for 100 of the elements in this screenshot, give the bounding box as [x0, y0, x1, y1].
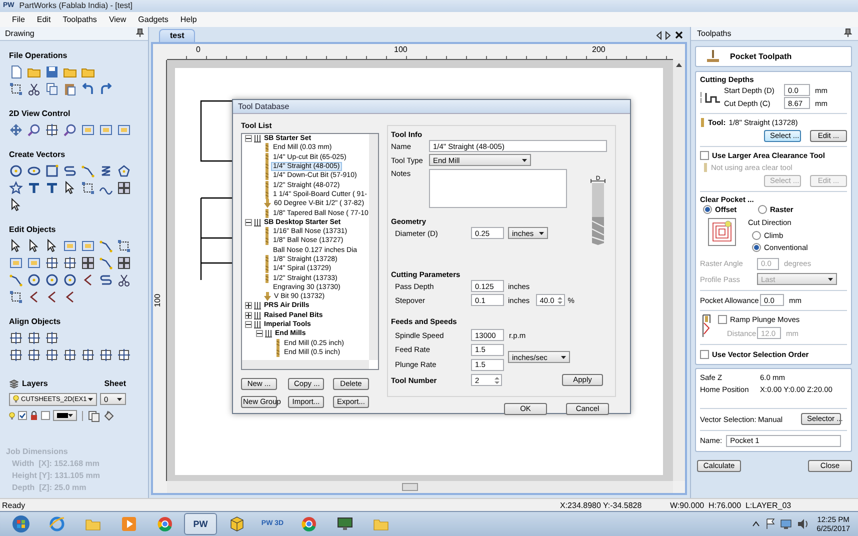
align-icon[interactable] — [27, 330, 41, 345]
radio-button[interactable] — [752, 231, 761, 240]
polyline-icon[interactable] — [9, 272, 23, 287]
dashed-square-icon[interactable] — [9, 82, 23, 96]
s-curve-icon[interactable] — [63, 164, 77, 178]
bulb-icon[interactable] — [13, 395, 19, 404]
align-icon[interactable] — [45, 122, 59, 137]
cursor-icon[interactable] — [63, 180, 77, 195]
pin-icon[interactable] — [136, 28, 144, 38]
left-arrow-icon[interactable] — [655, 30, 662, 40]
up-arrow-icon[interactable] — [675, 62, 683, 68]
align-icon[interactable] — [63, 348, 77, 362]
cursor-icon[interactable] — [27, 238, 41, 253]
magnifier-icon[interactable] — [63, 122, 77, 137]
magnifier-icon[interactable] — [27, 122, 41, 137]
menu-item[interactable]: File — [6, 14, 31, 24]
polyline-icon[interactable] — [99, 256, 113, 270]
align-icon[interactable] — [27, 348, 41, 362]
panel-icon[interactable] — [63, 238, 77, 253]
zigzag-icon[interactable] — [99, 164, 113, 178]
expander-icon[interactable] — [245, 312, 252, 319]
panel-icon[interactable] — [117, 122, 131, 137]
page-icon[interactable] — [9, 64, 23, 79]
menu-item[interactable]: Gadgets — [132, 14, 174, 24]
align-icon[interactable] — [45, 348, 59, 362]
undo-icon[interactable] — [81, 82, 95, 96]
star-icon[interactable] — [9, 180, 23, 195]
four-arrows-icon[interactable] — [9, 122, 23, 137]
polyline-icon[interactable] — [81, 164, 95, 178]
align-icon[interactable] — [9, 330, 23, 345]
right-arrow-icon[interactable] — [665, 30, 672, 40]
redo-icon[interactable] — [99, 82, 113, 96]
text-tool-icon[interactable] — [27, 180, 41, 195]
align-icon[interactable] — [45, 256, 59, 270]
close-icon[interactable] — [675, 31, 683, 40]
expander-icon[interactable] — [245, 321, 252, 328]
scissors-icon[interactable] — [117, 272, 131, 287]
circle-icon[interactable] — [27, 272, 41, 287]
layers-icon[interactable] — [9, 378, 19, 389]
panel-icon[interactable] — [81, 238, 95, 253]
start-orb-icon[interactable] — [12, 515, 30, 534]
s-curve-icon[interactable] — [99, 272, 113, 287]
text-tool-icon[interactable] — [45, 180, 59, 195]
spinner-arrows-icon[interactable] — [556, 296, 563, 304]
rectangle-icon[interactable] — [45, 164, 59, 178]
panel-icon[interactable] — [99, 122, 113, 137]
vertical-scrollbar[interactable] — [673, 60, 685, 482]
browser-icon[interactable] — [300, 516, 316, 532]
circle-icon[interactable] — [9, 164, 23, 178]
lock-icon[interactable] — [30, 410, 38, 421]
align-icon[interactable] — [99, 348, 113, 362]
align-icon[interactable] — [45, 330, 59, 345]
horizontal-scrollbar[interactable] — [242, 360, 369, 369]
vertical-scrollbar[interactable] — [369, 134, 378, 360]
menu-item[interactable]: View — [102, 14, 132, 24]
align-icon[interactable] — [81, 348, 95, 362]
document-tab[interactable]: test — [159, 28, 196, 42]
dashed-square-icon[interactable] — [9, 290, 23, 304]
expander-icon[interactable] — [256, 330, 263, 338]
align-icon[interactable] — [9, 348, 23, 362]
color-dropdown[interactable] — [53, 410, 77, 422]
bulb-icon[interactable] — [9, 412, 15, 420]
pages-icon[interactable] — [88, 410, 100, 422]
browser-icon[interactable] — [156, 516, 172, 532]
taskbar-button[interactable]: PW — [184, 513, 217, 536]
checkbox[interactable] — [41, 411, 50, 420]
align-icon[interactable] — [63, 256, 77, 270]
up-caret-icon[interactable] — [752, 521, 760, 528]
pentagon-icon[interactable] — [117, 164, 131, 178]
notes-field[interactable] — [429, 169, 567, 208]
speaker-icon[interactable] — [796, 518, 808, 530]
checkbox[interactable] — [18, 411, 27, 420]
dashed-square-icon[interactable] — [117, 238, 131, 253]
horizontal-scrollbar[interactable] — [167, 481, 673, 494]
radio-button[interactable] — [758, 205, 767, 214]
cursor-icon[interactable] — [45, 238, 59, 253]
menu-item[interactable]: Help — [174, 14, 203, 24]
cube-icon[interactable] — [228, 516, 244, 532]
scissors-icon[interactable] — [27, 82, 41, 96]
browser-e-icon[interactable] — [48, 516, 64, 532]
pages-icon[interactable] — [45, 82, 59, 96]
expander-icon[interactable] — [245, 135, 252, 142]
spinner-arrows-icon[interactable] — [494, 376, 500, 384]
clipboard-icon[interactable] — [63, 82, 77, 96]
panel-icon[interactable] — [81, 122, 95, 137]
menu-item[interactable]: Toolpaths — [56, 14, 103, 24]
align-icon[interactable] — [117, 348, 131, 362]
radio-button[interactable] — [703, 205, 712, 214]
expander-icon[interactable] — [245, 218, 252, 226]
monitor-icon[interactable] — [780, 518, 792, 530]
circle-icon[interactable] — [63, 272, 77, 287]
expander-icon[interactable] — [245, 302, 252, 310]
pin-icon[interactable] — [844, 28, 852, 38]
menu-item[interactable]: Edit — [30, 14, 57, 24]
grid-icon[interactable] — [117, 180, 131, 195]
checkbox[interactable] — [700, 350, 709, 359]
grid-icon[interactable] — [81, 256, 95, 270]
grid-icon[interactable] — [117, 256, 131, 270]
panel-icon[interactable] — [27, 256, 41, 270]
dashed-square-icon[interactable] — [81, 180, 95, 195]
